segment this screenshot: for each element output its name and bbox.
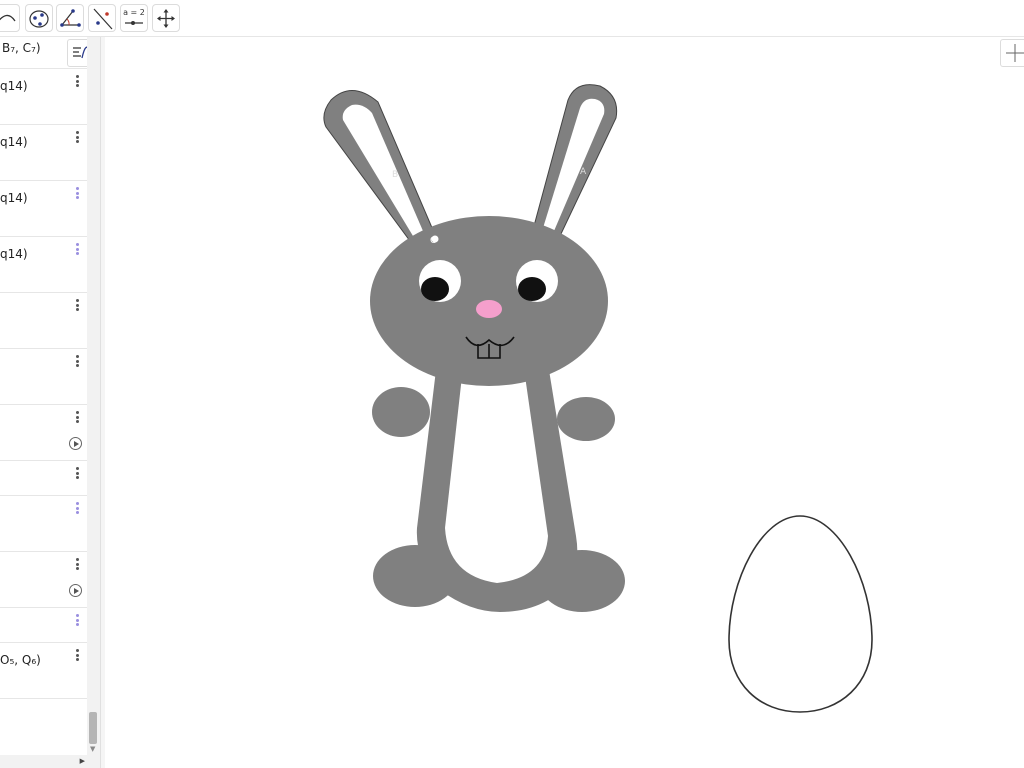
more-options-icon[interactable] bbox=[73, 243, 81, 257]
more-options-icon[interactable] bbox=[73, 467, 81, 481]
algebra-row[interactable] bbox=[0, 552, 87, 608]
algebra-row-text: q14) bbox=[0, 135, 28, 149]
more-options-icon[interactable] bbox=[73, 75, 81, 89]
right-ear-label: A bbox=[580, 167, 587, 177]
more-options-icon[interactable] bbox=[73, 355, 81, 369]
left-ear-label: B bbox=[392, 170, 398, 180]
toolbar: a = 2 bbox=[0, 0, 1024, 37]
slider-tool-button[interactable]: a = 2 bbox=[120, 4, 148, 32]
left-foot[interactable] bbox=[373, 545, 457, 607]
algebra-input-row[interactable]: B₇, C₇) bbox=[0, 37, 100, 69]
more-options-icon[interactable] bbox=[73, 411, 81, 425]
more-options-icon[interactable] bbox=[73, 614, 81, 628]
more-options-icon[interactable] bbox=[73, 131, 81, 145]
algebra-row-text: q14) bbox=[0, 79, 28, 93]
bunny-nose[interactable] bbox=[476, 300, 502, 318]
egg-outline[interactable] bbox=[728, 515, 873, 713]
algebra-header-text: B₇, C₇) bbox=[2, 41, 41, 55]
drawing-canvas[interactable]: C B A bbox=[105, 37, 1024, 768]
conic-tool-button[interactable] bbox=[25, 4, 53, 32]
algebra-scrollbar[interactable]: ▼ bbox=[87, 37, 100, 768]
algebra-row[interactable] bbox=[0, 349, 87, 405]
algebra-row[interactable]: q14) bbox=[0, 237, 87, 293]
algebra-row[interactable]: q14) bbox=[0, 125, 87, 181]
reflect-tool-icon bbox=[93, 8, 113, 30]
angle-tool-button[interactable] bbox=[56, 4, 84, 32]
left-pupil[interactable] bbox=[421, 277, 449, 301]
play-animation-icon[interactable] bbox=[69, 437, 82, 450]
more-options-icon[interactable] bbox=[73, 187, 81, 201]
more-options-icon[interactable] bbox=[73, 502, 81, 516]
arc-tool-button[interactable] bbox=[0, 4, 20, 32]
algebra-view: B₇, C₇) q14) q14) q14) q14) O₅, Q₆) ▼ ▶ bbox=[0, 37, 100, 768]
scroll-down-arrow-icon[interactable]: ▼ bbox=[90, 745, 95, 753]
algebra-row-text: q14) bbox=[0, 247, 28, 261]
conic-tool-icon bbox=[29, 10, 49, 28]
algebra-row[interactable] bbox=[0, 293, 87, 349]
algebra-rows: q14) q14) q14) q14) O₅, Q₆) bbox=[0, 69, 87, 699]
right-pupil[interactable] bbox=[518, 277, 546, 301]
left-arm[interactable] bbox=[372, 387, 430, 437]
algebra-horizontal-scrollbar[interactable]: ▶ bbox=[0, 755, 87, 768]
more-options-icon[interactable] bbox=[73, 558, 81, 572]
graphics-view[interactable]: C B A bbox=[105, 37, 1024, 768]
left-ear[interactable] bbox=[323, 90, 434, 242]
arc-tool-icon bbox=[0, 14, 16, 22]
slider-tool-icon bbox=[125, 21, 143, 25]
algebra-row[interactable]: q14) bbox=[0, 181, 87, 237]
move-graphics-tool-icon bbox=[157, 9, 175, 28]
algebra-row[interactable] bbox=[0, 461, 87, 496]
angle-tool-icon bbox=[60, 9, 81, 27]
algebra-row-text: O₅, Q₆) bbox=[0, 653, 41, 667]
more-options-icon[interactable] bbox=[73, 649, 81, 663]
reflect-tool-button[interactable] bbox=[88, 4, 116, 32]
move-graphics-tool-button[interactable] bbox=[152, 4, 180, 32]
algebra-row[interactable] bbox=[0, 496, 87, 552]
point-c-label: C bbox=[430, 236, 436, 246]
scroll-right-arrow-icon[interactable]: ▶ bbox=[80, 757, 85, 765]
algebra-row-text: q14) bbox=[0, 191, 28, 205]
algebra-scrollbar-thumb[interactable] bbox=[89, 712, 97, 744]
right-arm[interactable] bbox=[557, 397, 615, 441]
right-foot[interactable] bbox=[539, 550, 625, 612]
right-ear[interactable] bbox=[533, 84, 618, 237]
more-options-icon[interactable] bbox=[73, 299, 81, 313]
algebra-row[interactable] bbox=[0, 405, 87, 461]
algebra-row[interactable]: O₅, Q₆) bbox=[0, 643, 87, 699]
algebra-row[interactable]: q14) bbox=[0, 69, 87, 125]
play-animation-icon[interactable] bbox=[69, 584, 82, 597]
algebra-row[interactable] bbox=[0, 608, 87, 643]
